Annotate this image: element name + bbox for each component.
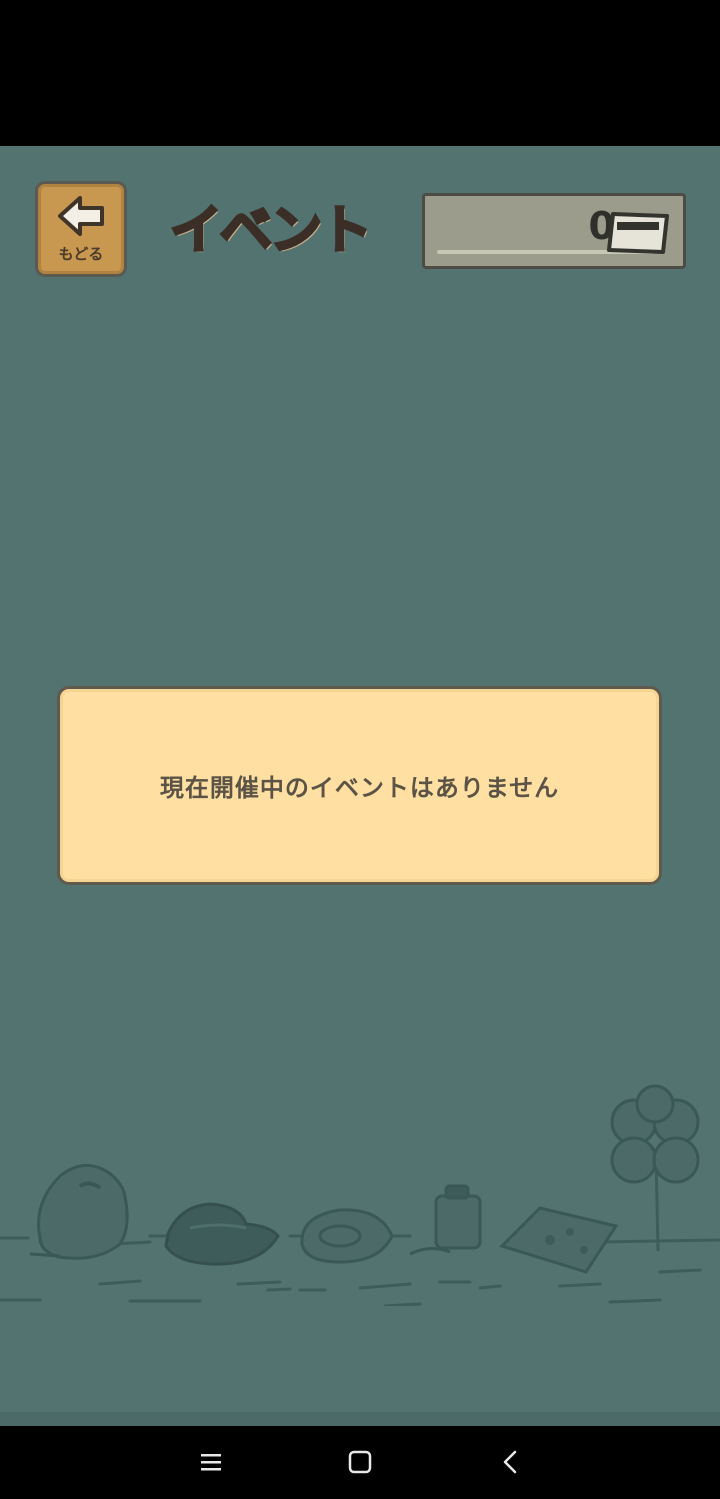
sheet-figure <box>499 1206 619 1274</box>
app-screen: もどる イベント 0 現在開催中のイベントはありません <box>0 146 720 1412</box>
plate-figure <box>300 1208 394 1264</box>
back-button[interactable]: もどる <box>35 181 127 277</box>
creature-figure <box>29 1163 129 1260</box>
back-button-label: もどる <box>58 245 104 263</box>
jar-figure <box>409 1184 482 1256</box>
system-navigation-bar <box>0 1426 720 1499</box>
page-title: イベント <box>169 200 374 263</box>
menu-icon[interactable] <box>189 1440 233 1484</box>
no-events-message: 現在開催中のイベントはありません <box>159 774 560 802</box>
currency-display: 0 <box>422 193 686 269</box>
home-icon[interactable] <box>338 1440 382 1484</box>
ticket-card-icon <box>607 212 669 254</box>
hat-figure <box>164 1202 280 1266</box>
yard-scenery-illustration <box>0 1084 720 1306</box>
clover-figure <box>610 1084 700 1252</box>
no-events-message-box: 現在開催中のイベントはありません <box>57 686 662 885</box>
left-arrow-icon <box>58 196 104 236</box>
status-bar <box>0 0 720 146</box>
app-bottom-strip <box>0 1412 720 1426</box>
back-nav-icon[interactable] <box>489 1440 533 1484</box>
